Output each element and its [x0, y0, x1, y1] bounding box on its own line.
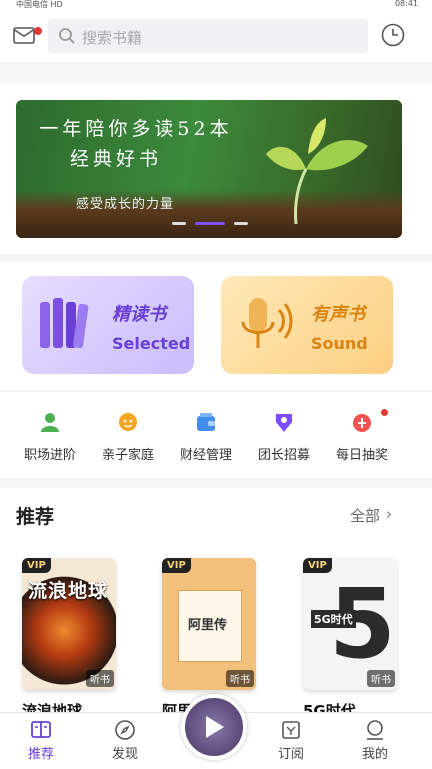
- banner-subheadline: 经典好书: [69, 148, 162, 170]
- tab-label: 发现: [111, 747, 138, 762]
- selected-card-subtitle: Selected: [112, 334, 191, 353]
- view-all-link[interactable]: 全部: [350, 505, 380, 526]
- banner-dot: [172, 222, 186, 225]
- listen-badge: 听书: [226, 670, 254, 687]
- vip-badge: VIP: [22, 558, 51, 573]
- person-icon: [41, 413, 59, 432]
- tab-discover[interactable]: 发现: [90, 719, 160, 762]
- category-section: 职场进阶 亲子家庭 财经管理 团长招募 每日抽奖: [0, 392, 432, 478]
- sound-card-title: 有声书: [311, 304, 365, 325]
- category-label: 职场进阶: [23, 448, 76, 463]
- lottery-icon: [353, 414, 371, 432]
- listen-badge: 听书: [367, 670, 395, 687]
- status-time: 08:41: [394, 0, 418, 8]
- book-cover-title: 阿里传: [188, 618, 228, 633]
- category-label: 亲子家庭: [101, 448, 154, 463]
- banner-tagline: 感受成长的力量: [76, 197, 175, 212]
- message-button[interactable]: [12, 23, 42, 49]
- book-cover-title: 流浪地球: [28, 580, 109, 602]
- search-bar[interactable]: 搜索书籍: [48, 19, 368, 53]
- tab-mine[interactable]: 我的: [340, 719, 410, 762]
- banner-section: 一年陪你多读52本 经典好书 感受成长的力量: [0, 84, 432, 254]
- sprout-icon: [266, 118, 368, 225]
- category-label: 团长招募: [257, 448, 310, 463]
- search-placeholder: 搜索书籍: [82, 29, 143, 47]
- recommend-section: 推荐 全部 › 流浪地球 VIP 听书 流浪地球 阿里传 VIP 听书 阿里 5…: [0, 488, 432, 720]
- microphone-icon: [241, 298, 293, 348]
- book-card[interactable]: 5 5G时代 VIP 听书: [303, 558, 397, 690]
- category-label: 每日抽奖: [335, 448, 388, 463]
- carrier-text: 中国电信 HD: [16, 0, 63, 9]
- sound-card-subtitle: Sound: [311, 334, 368, 353]
- banner-headline: 一年陪你多读52本: [39, 118, 233, 140]
- tab-label: 推荐: [27, 747, 54, 762]
- category-leader[interactable]: 团长招募: [244, 410, 324, 463]
- tab-recommend[interactable]: 推荐: [6, 719, 76, 762]
- tab-subscribe[interactable]: 订阅: [256, 719, 326, 762]
- books-stack-icon: [40, 298, 89, 349]
- selected-card-title: 精读书: [112, 304, 166, 325]
- unread-dot: [34, 27, 42, 35]
- vip-badge: VIP: [162, 558, 191, 573]
- category-family[interactable]: 亲子家庭: [88, 410, 168, 463]
- banner-dot-active: [195, 222, 226, 225]
- compass-icon: [115, 720, 135, 740]
- kid-icon: [119, 413, 137, 431]
- status-bar: 中国电信 HD 08:41: [0, 0, 432, 10]
- mail-icon: [13, 27, 35, 44]
- notification-dot: [381, 409, 388, 416]
- selected-books-card[interactable]: 精读书 Selected: [22, 276, 194, 374]
- top-bar: 搜索书籍: [0, 10, 432, 62]
- badge-icon: [276, 414, 292, 432]
- tab-label: 订阅: [277, 747, 304, 762]
- category-lottery[interactable]: 每日抽奖: [322, 409, 402, 463]
- book-card[interactable]: 阿里传 VIP 听书: [162, 558, 256, 690]
- profile-icon: [367, 720, 383, 740]
- chevron-right-icon[interactable]: ›: [386, 505, 392, 523]
- audio-player-button[interactable]: [181, 694, 247, 760]
- book-cover-title: 5G时代: [311, 610, 356, 628]
- subscribe-icon: [282, 721, 300, 739]
- category-career[interactable]: 职场进阶: [10, 410, 90, 463]
- finance-icon: [197, 413, 215, 431]
- category-finance[interactable]: 财经管理: [166, 410, 246, 463]
- book-card[interactable]: 流浪地球 VIP 听书: [22, 558, 116, 690]
- search-icon: [59, 28, 75, 44]
- play-icon: [206, 716, 224, 738]
- feature-cards-section: 精读书 Selected 有声书 Sound: [0, 262, 432, 390]
- listen-badge: 听书: [86, 670, 114, 687]
- vip-badge: VIP: [303, 558, 332, 573]
- banner-dot: [234, 222, 249, 225]
- promo-banner[interactable]: 一年陪你多读52本 经典好书 感受成长的力量: [16, 100, 402, 238]
- tab-label: 我的: [361, 747, 388, 762]
- category-label: 财经管理: [179, 448, 232, 463]
- history-clock-icon[interactable]: [380, 22, 406, 48]
- audio-books-card[interactable]: 有声书 Sound: [221, 276, 393, 374]
- section-title: 推荐: [16, 506, 55, 528]
- book-open-icon: [31, 721, 51, 738]
- banner-pagination: [172, 222, 252, 238]
